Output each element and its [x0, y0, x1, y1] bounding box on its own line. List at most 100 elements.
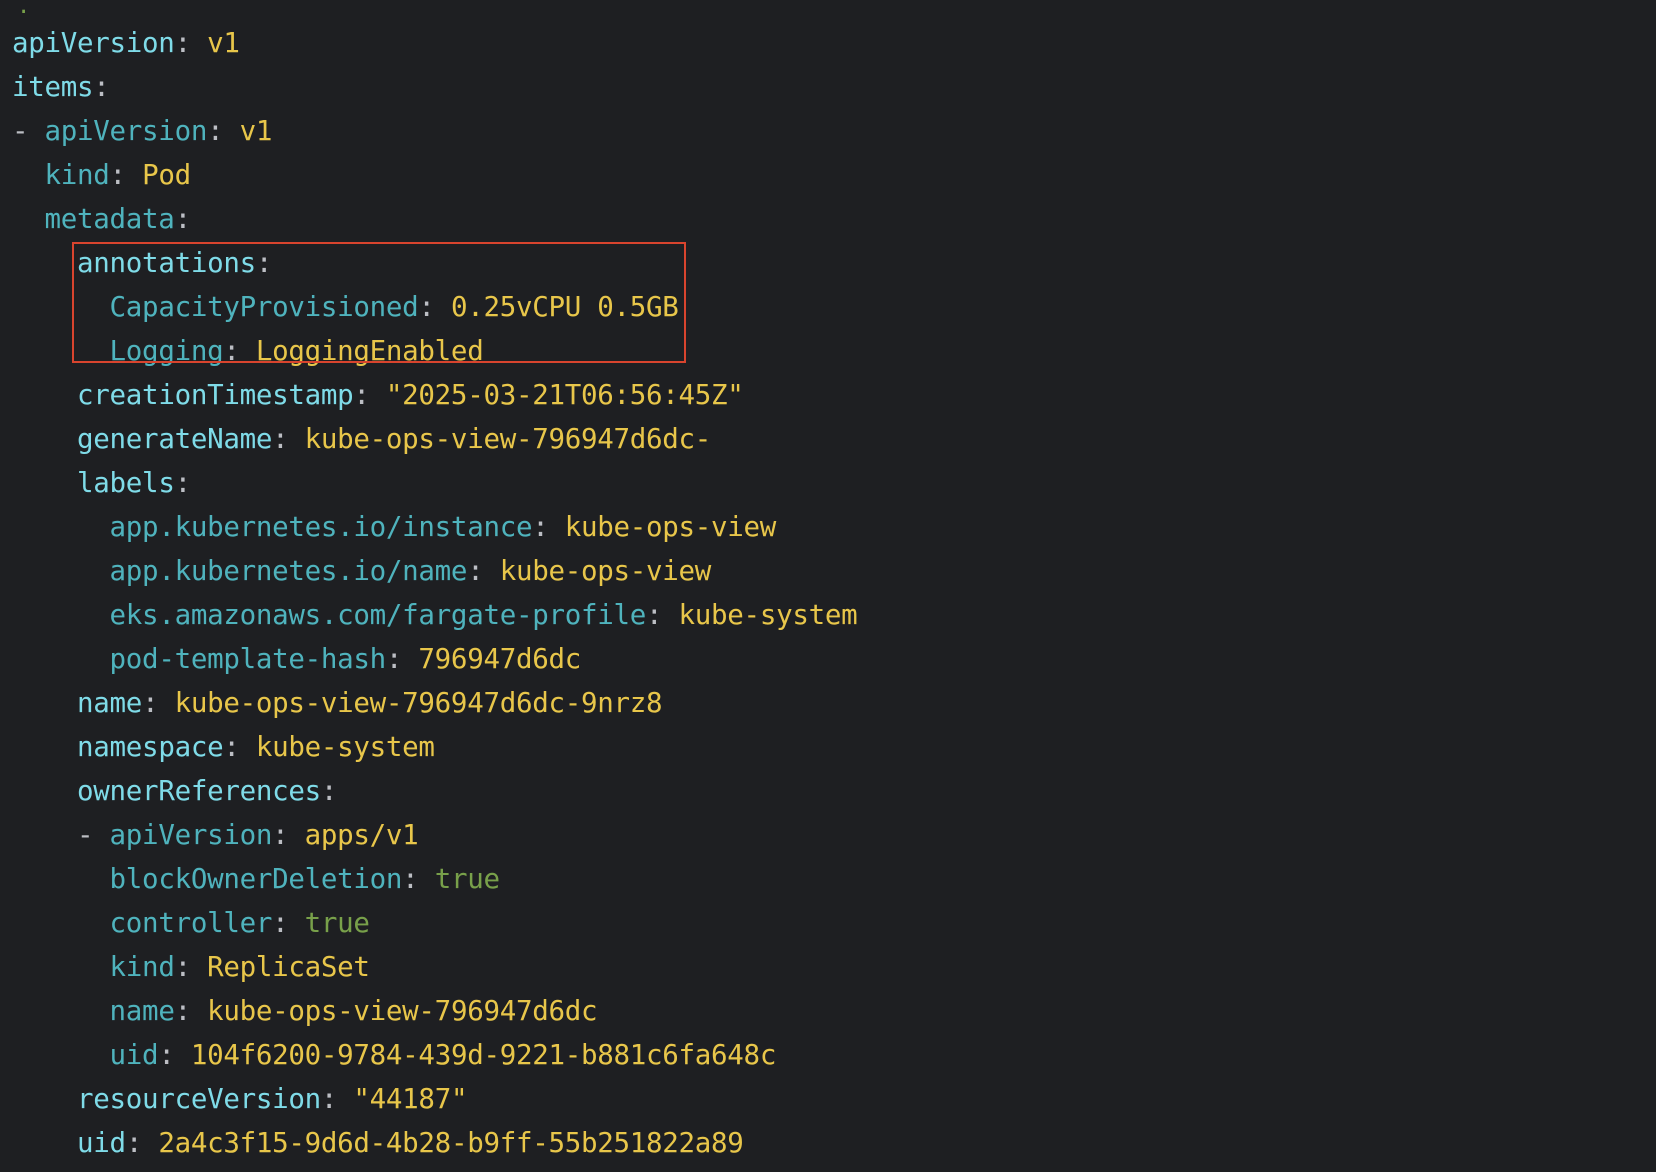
code-line: kind: ReplicaSet — [12, 945, 857, 989]
yaml-value: kube-ops-view-796947d6dc- — [304, 423, 712, 455]
yaml-key: controller — [109, 907, 273, 939]
yaml-key: kind — [44, 159, 110, 191]
list-dash: - — [12, 115, 45, 147]
yaml-editor[interactable]: . apiVersion: v1 items: - apiVersion: v1 k… — [0, 0, 1656, 1172]
yaml-value: true — [434, 863, 500, 895]
yaml-key: resourceVersion — [77, 1083, 321, 1115]
yaml-key: pod-template-hash — [109, 643, 387, 675]
key-separator: : — [272, 907, 305, 939]
yaml-value: true — [304, 907, 370, 939]
key-separator: : — [223, 731, 256, 763]
key-separator: : — [109, 159, 143, 191]
code-line: items: — [12, 65, 857, 109]
yaml-key: app.kubernetes.io/instance — [109, 511, 533, 543]
key-separator: : — [320, 1083, 354, 1115]
key-separator: : — [174, 951, 208, 983]
code-line: namespace: kube-system — [12, 725, 857, 769]
key-separator: : — [532, 511, 565, 543]
yaml-key: app.kubernetes.io/name — [109, 555, 468, 587]
code-line: uid: 104f6200-9784-439d-9221-b881c6fa648… — [12, 1033, 857, 1077]
code-line: app.kubernetes.io/instance: kube-ops-vie… — [12, 505, 857, 549]
key-separator: : — [158, 1039, 191, 1071]
yaml-value: kube-system — [255, 731, 435, 763]
key-separator: : — [402, 863, 435, 895]
yaml-key: blockOwnerDeletion — [109, 863, 403, 895]
key-separator: : — [125, 1127, 159, 1159]
key-separator: : — [385, 643, 419, 675]
key-separator: : — [320, 775, 338, 807]
yaml-value: kube-ops-view — [499, 555, 712, 587]
code-line: pod-template-hash: 796947d6dc — [12, 637, 857, 681]
yaml-value: "44187" — [353, 1083, 468, 1115]
code-line: blockOwnerDeletion: true — [12, 857, 857, 901]
code-line: creationTimestamp: "2025-03-21T06:56:45Z… — [12, 373, 857, 417]
yaml-key: items — [12, 71, 94, 103]
yaml-key: uid — [77, 1127, 126, 1159]
yaml-value: Pod — [142, 159, 191, 191]
yaml-key: apiVersion — [109, 819, 273, 851]
yaml-value: apps/v1 — [304, 819, 419, 851]
yaml-value: v1 — [239, 115, 273, 147]
key-separator: : — [174, 995, 208, 1027]
yaml-key: uid — [109, 1039, 159, 1071]
yaml-value: kube-system — [678, 599, 858, 631]
yaml-value: kube-ops-view — [564, 511, 777, 543]
code-line: name: kube-ops-view-796947d6dc-9nrz8 — [12, 681, 857, 725]
code-line: uid: 2a4c3f15-9d6d-4b28-b9ff-55b251822a8… — [12, 1121, 857, 1165]
yaml-key: labels — [77, 467, 175, 499]
yaml-key: name — [77, 687, 143, 719]
yaml-value: kube-ops-view-796947d6dc — [207, 995, 598, 1027]
code-line: apiVersion: v1 — [12, 21, 857, 65]
code-line: app.kubernetes.io/name: kube-ops-view — [12, 549, 857, 593]
code-line: eks.amazonaws.com/fargate-profile: kube-… — [12, 593, 858, 637]
yaml-key: namespace — [77, 731, 224, 763]
yaml-value: kube-ops-view-796947d6dc-9nrz8 — [174, 687, 663, 719]
code-line: resourceVersion: "44187" — [12, 1077, 857, 1121]
list-dash: - — [77, 819, 110, 851]
key-separator: : — [272, 423, 305, 455]
code-line: - apiVersion: apps/v1 — [12, 813, 857, 857]
yaml-value: 796947d6dc — [418, 643, 581, 675]
yaml-key: generateName — [77, 423, 273, 455]
key-separator: : — [353, 379, 386, 411]
yaml-value: 104f6200-9784-439d-9221-b881c6fa648c — [190, 1039, 777, 1071]
code-line: controller: true — [12, 901, 857, 945]
key-separator: : — [174, 27, 208, 59]
annotations-highlight-box — [72, 242, 686, 363]
code-line: generateName: kube-ops-view-796947d6dc- — [12, 417, 857, 461]
yaml-key: apiVersion — [44, 115, 208, 147]
top-marker: . — [17, 0, 30, 19]
key-separator: : — [207, 115, 240, 147]
key-separator: : — [174, 467, 192, 499]
yaml-key: metadata — [44, 203, 175, 235]
code-line: ownerReferences: — [12, 769, 857, 813]
yaml-value: ReplicaSet — [207, 951, 370, 983]
yaml-value: "2025-03-21T06:56:45Z" — [385, 379, 744, 411]
yaml-key: eks.amazonaws.com/fargate-profile — [109, 599, 647, 631]
code-line: kind: Pod — [12, 153, 857, 197]
key-separator: : — [142, 687, 175, 719]
code-line: - apiVersion: v1 — [12, 109, 857, 153]
code-line: labels: — [12, 461, 857, 505]
key-separator: : — [467, 555, 500, 587]
code-line: name: kube-ops-view-796947d6dc — [12, 989, 857, 1033]
yaml-key: name — [109, 995, 175, 1027]
